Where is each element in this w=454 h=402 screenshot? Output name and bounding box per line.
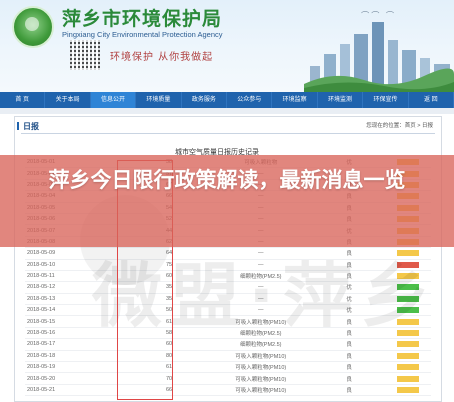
table-row: 2018-05-21 66 可吸入颗粒物(PM10) 良 xyxy=(25,384,431,397)
row-level-swatch xyxy=(385,384,431,397)
panel-title: 日报 xyxy=(17,122,39,131)
org-name-cn: 萍乡市环境保护局 xyxy=(62,8,223,30)
main-nav: 首 页 关于本局 信息公开 环境质量 政务服务 公众参与 环境监察 环境监测 环… xyxy=(0,92,454,108)
row-date: 2018-05-19 xyxy=(25,361,130,374)
row-pollutant: 可吸入颗粒物(PM10) xyxy=(208,372,314,385)
nav-item-inspection[interactable]: 环境监察 xyxy=(272,92,318,108)
row-level-swatch xyxy=(385,350,431,363)
level-color-swatch xyxy=(397,387,420,393)
level-color-swatch xyxy=(397,341,420,348)
level-color-swatch xyxy=(397,352,420,359)
nav-item-about[interactable]: 关于本局 xyxy=(45,92,91,108)
row-date: 2018-05-21 xyxy=(25,384,130,397)
headline-text: 萍乡今日限行政策解读，最新消息一览 xyxy=(48,168,406,192)
row-date: 2018-05-20 xyxy=(25,372,130,385)
table-row: 2018-05-19 61 可吸入颗粒物(PM10) 良 xyxy=(25,361,431,374)
row-date: 2018-05-18 xyxy=(25,350,130,363)
city-skyline-icon xyxy=(304,22,454,92)
table-row: 2018-05-18 80 可吸入颗粒物(PM10) 良 xyxy=(25,350,431,363)
row-level: 良 xyxy=(313,361,386,374)
qr-code-icon xyxy=(70,40,100,70)
nav-item-service[interactable]: 政务服务 xyxy=(182,92,228,108)
nav-item-home[interactable]: 首 页 xyxy=(0,92,46,108)
row-level: 良 xyxy=(313,372,386,385)
nav-item-quality[interactable]: 环境质量 xyxy=(136,92,182,108)
row-level-swatch xyxy=(385,361,431,374)
row-pollutant: 可吸入颗粒物(PM10) xyxy=(208,361,314,374)
nav-item-publicity[interactable]: 环保宣传 xyxy=(363,92,409,108)
row-pollutant: 可吸入颗粒物(PM10) xyxy=(208,350,314,363)
nav-item-info[interactable]: 信息公开 xyxy=(90,92,137,108)
row-level-swatch xyxy=(385,372,431,385)
org-name-en: Pingxiang City Environmental Protection … xyxy=(62,30,223,39)
environment-agency-logo-icon xyxy=(12,6,54,48)
table-row: 2018-05-20 70 可吸入颗粒物(PM10) 良 xyxy=(25,372,431,385)
site-slogan: 环境保护 从你我做起 xyxy=(110,52,214,63)
panel-divider xyxy=(21,133,435,134)
site-header: 萍乡市环境保护局 Pingxiang City Environmental Pr… xyxy=(0,0,454,92)
nav-item-public[interactable]: 公众参与 xyxy=(227,92,273,108)
nav-item-monitoring[interactable]: 环境监测 xyxy=(318,92,364,108)
breadcrumb[interactable]: 您现在的位置：首页 > 日报 xyxy=(366,121,433,129)
sub-nav-bar xyxy=(0,108,454,114)
level-color-swatch xyxy=(397,364,420,371)
nav-item-back[interactable]: 返 回 xyxy=(409,92,454,108)
row-level: 良 xyxy=(313,384,386,397)
row-pollutant: 可吸入颗粒物(PM10) xyxy=(208,384,314,397)
level-color-swatch xyxy=(397,375,420,382)
row-level: 良 xyxy=(313,350,386,363)
